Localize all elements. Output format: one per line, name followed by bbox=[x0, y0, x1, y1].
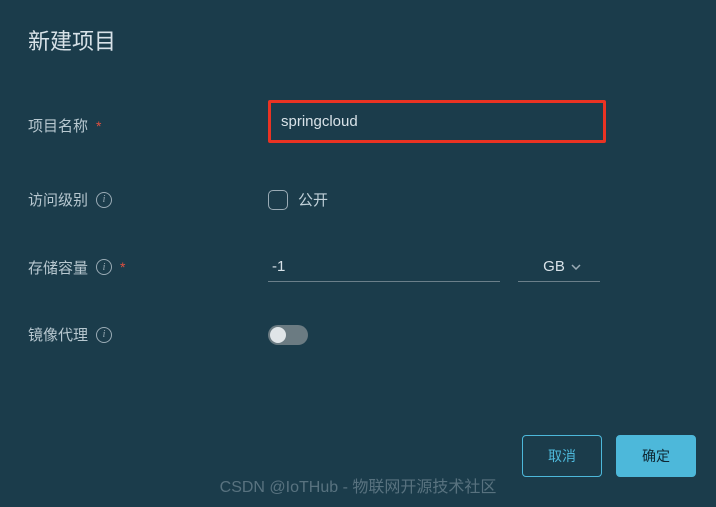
storage-unit-value: GB bbox=[543, 258, 565, 275]
access-level-row: 访问级别 i 公开 bbox=[28, 189, 688, 210]
storage-capacity-input[interactable] bbox=[268, 252, 500, 282]
project-name-input[interactable] bbox=[277, 107, 597, 136]
required-marker: * bbox=[120, 259, 125, 275]
required-marker: * bbox=[96, 118, 101, 134]
access-level-label: 访问级别 i bbox=[28, 189, 268, 210]
public-checkbox[interactable] bbox=[268, 190, 288, 210]
storage-capacity-label: 存储容量 i * bbox=[28, 257, 268, 278]
image-proxy-toggle[interactable] bbox=[268, 325, 308, 345]
storage-unit-select[interactable]: GB bbox=[518, 252, 600, 282]
project-name-row: 项目名称 * bbox=[28, 104, 688, 147]
confirm-button[interactable]: 确定 bbox=[616, 435, 696, 477]
info-icon[interactable]: i bbox=[96, 259, 112, 275]
dialog-footer: 取消 确定 bbox=[522, 435, 696, 477]
watermark: CSDN @IoTHub - 物联网开源技术社区 bbox=[220, 473, 497, 497]
new-project-dialog: 新建项目 项目名称 * 访问级别 i 公开 存储容量 i * bbox=[0, 0, 716, 411]
toggle-knob bbox=[270, 327, 286, 343]
public-checkbox-label: 公开 bbox=[298, 189, 328, 210]
project-name-label: 项目名称 * bbox=[28, 115, 268, 136]
info-icon[interactable]: i bbox=[96, 192, 112, 208]
info-icon[interactable]: i bbox=[96, 327, 112, 343]
chevron-down-icon bbox=[571, 264, 581, 270]
cancel-button[interactable]: 取消 bbox=[522, 435, 602, 477]
image-proxy-row: 镜像代理 i bbox=[28, 324, 688, 345]
dialog-title: 新建项目 bbox=[28, 24, 688, 56]
storage-capacity-row: 存储容量 i * GB bbox=[28, 252, 688, 282]
project-name-highlight bbox=[268, 100, 606, 143]
image-proxy-label: 镜像代理 i bbox=[28, 324, 268, 345]
